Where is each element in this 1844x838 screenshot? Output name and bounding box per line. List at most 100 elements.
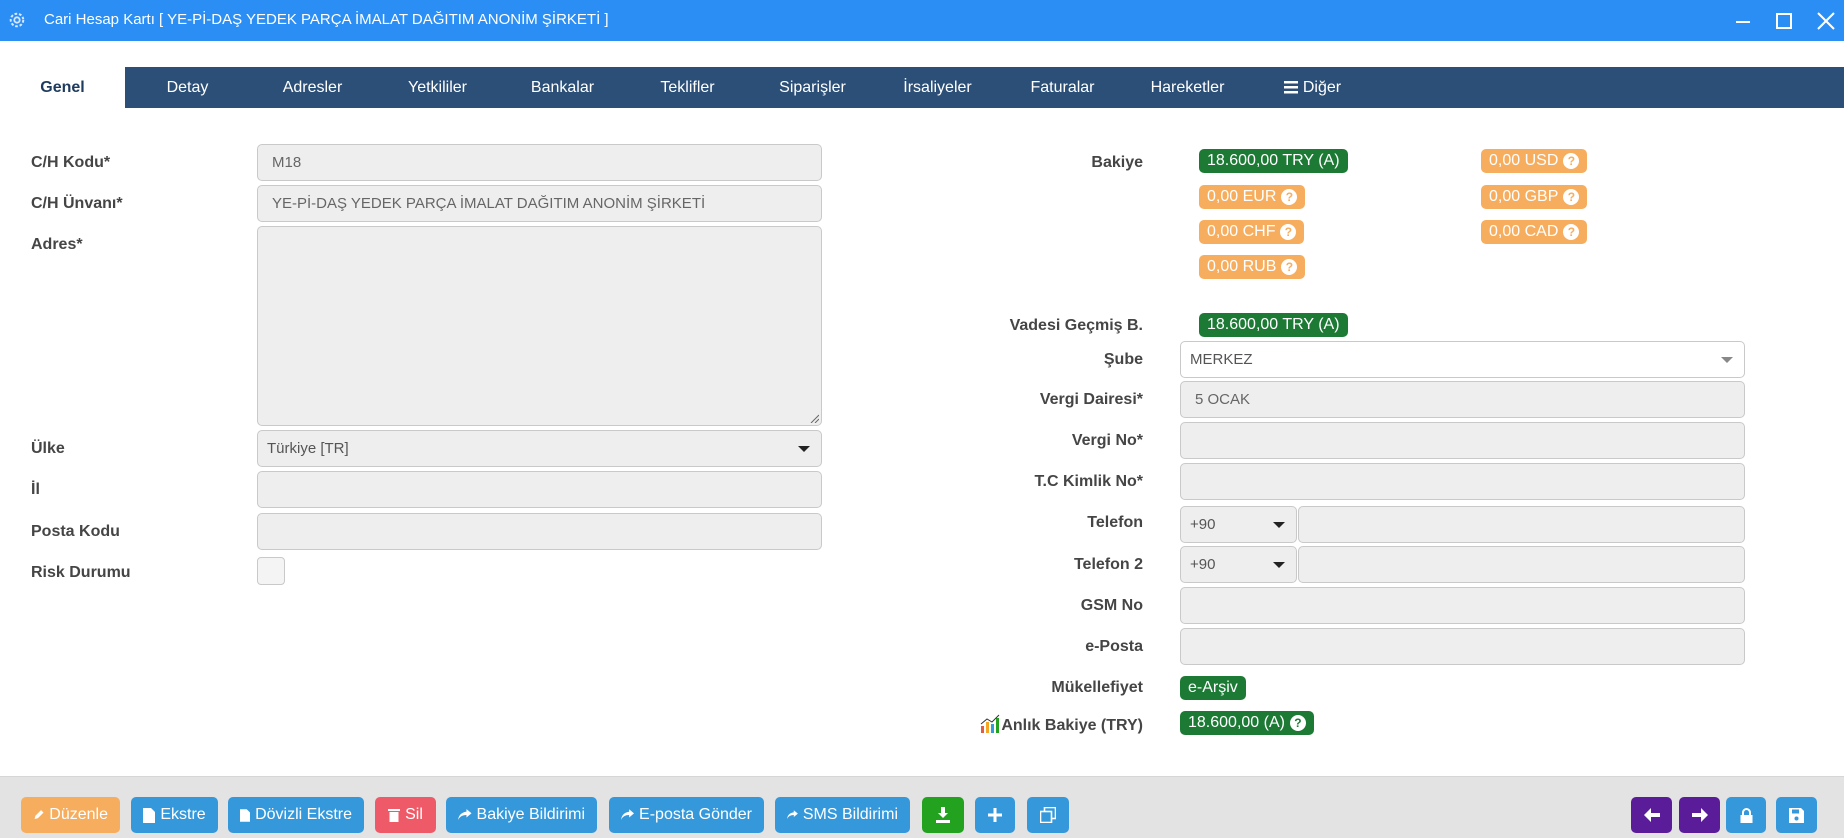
liability-badge: e-Arşiv (1180, 676, 1246, 700)
sms-notice-button[interactable]: SMS Bildirimi (775, 797, 910, 833)
phone2-code-value: +90 (1190, 556, 1216, 573)
branch-label: Şube (1103, 351, 1143, 368)
tab-genel[interactable]: Genel (0, 67, 125, 108)
gsm-label: GSM No (1080, 597, 1143, 614)
file-icon (143, 807, 156, 823)
email-label: e-Posta (1085, 638, 1143, 655)
tab-irsaliyeler[interactable]: İrsaliyeler (875, 67, 1000, 108)
fx-statement-label: Dövizli Ekstre (255, 806, 352, 823)
arrow-left-icon (1643, 808, 1660, 822)
add-button[interactable] (975, 797, 1015, 833)
tab-siparisler[interactable]: Siparişler (750, 67, 875, 108)
tab-diger[interactable]: Diğer (1250, 67, 1375, 108)
tab-label: İrsaliyeler (903, 78, 972, 96)
balance-value: 0,00 CHF (1207, 223, 1276, 240)
question-icon[interactable]: ? (1281, 259, 1298, 275)
balance-value: 0,00 USD (1489, 152, 1559, 169)
postal-input[interactable] (257, 513, 822, 550)
email-input[interactable] (1180, 628, 1745, 665)
tab-label: Bankalar (530, 78, 595, 96)
balance-notice-button[interactable]: Bakiye Bildirimi (446, 797, 597, 833)
tab-label: Genel (40, 78, 85, 96)
minimize-button[interactable] (1730, 8, 1756, 34)
tab-label: Hareketler (1150, 78, 1225, 96)
balance-value: 18.600,00 TRY (A) (1207, 152, 1340, 169)
city-label: İl (31, 481, 40, 498)
phone2-input[interactable] (1298, 546, 1745, 583)
overdue-badge: 18.600,00 TRY (A) (1199, 313, 1348, 337)
tax-no-input[interactable] (1180, 422, 1745, 459)
balance-label: Bakiye (1091, 154, 1143, 171)
save-button[interactable] (1776, 797, 1817, 833)
code-value: M18 (272, 154, 302, 171)
file-icon (240, 808, 251, 822)
tab-adresler[interactable]: Adresler (250, 67, 375, 108)
balance-badge-rub: 0,00 RUB? (1199, 255, 1306, 279)
bottom-toolbar: Düzenle Ekstre Dövizli Ekstre Sil Bakiye… (0, 776, 1844, 838)
tab-label: Diğer (1302, 78, 1342, 96)
tab-label: Teklifler (660, 78, 715, 96)
next-button[interactable] (1679, 797, 1720, 833)
resize-grip-icon[interactable] (809, 413, 819, 423)
tab-detay[interactable]: Detay (125, 67, 250, 108)
question-icon[interactable]: ? (1281, 189, 1298, 205)
chevron-down-icon (1721, 356, 1733, 363)
question-icon[interactable]: ? (1563, 224, 1580, 240)
close-button[interactable] (1813, 8, 1839, 34)
send-email-button[interactable]: E-posta Gönder (609, 797, 764, 833)
statement-button[interactable]: Ekstre (131, 797, 218, 833)
tab-label: Faturalar (1030, 78, 1095, 96)
phone-code-value: +90 (1190, 516, 1216, 533)
address-textarea[interactable] (257, 226, 822, 426)
pencil-icon (34, 810, 44, 820)
balance-badge-eur: 0,00 EUR? (1199, 185, 1306, 209)
phone2-code-select[interactable]: +90 (1180, 546, 1297, 583)
gsm-input[interactable] (1180, 587, 1745, 624)
tab-label: Siparişler (779, 78, 846, 96)
delete-button[interactable]: Sil (375, 797, 436, 833)
tab-label: Yetkililer (408, 78, 467, 96)
fx-statement-button[interactable]: Dövizli Ekstre (228, 797, 364, 833)
menu-icon (1283, 81, 1298, 94)
instant-balance-label: Anlık Bakiye (TRY) (1001, 717, 1143, 734)
copy-icon (1040, 807, 1056, 823)
tc-label: T.C Kimlik No* (1034, 473, 1143, 490)
balance-badge-gbp: 0,00 GBP? (1481, 185, 1588, 209)
balance-badge-chf: 0,00 CHF? (1199, 220, 1305, 244)
instant-balance-badge: 18.600,00 (A)? (1180, 711, 1314, 735)
question-icon[interactable]: ? (1563, 153, 1580, 169)
tab-label: Adresler (282, 78, 343, 96)
city-input[interactable] (257, 471, 822, 508)
country-select[interactable]: Türkiye [TR] (257, 430, 822, 467)
tab-teklifler[interactable]: Teklifler (625, 67, 750, 108)
tab-bankalar[interactable]: Bankalar (500, 67, 625, 108)
download-button[interactable] (922, 797, 964, 833)
title-input[interactable]: YE-Pİ-DAŞ YEDEK PARÇA İMALAT DAĞITIM ANO… (257, 185, 822, 222)
gear-icon (9, 12, 25, 28)
tc-input[interactable] (1180, 463, 1745, 500)
tab-hareketler[interactable]: Hareketler (1125, 67, 1250, 108)
phone-label: Telefon (1087, 514, 1143, 531)
edit-button[interactable]: Düzenle (21, 797, 120, 833)
phone-input[interactable] (1298, 506, 1745, 543)
liability-label: Mükellefiyet (1051, 679, 1143, 696)
branch-select[interactable]: MERKEZ (1180, 341, 1745, 378)
tax-office-input[interactable]: 5 OCAK (1180, 381, 1745, 418)
title-value: YE-Pİ-DAŞ YEDEK PARÇA İMALAT DAĞITIM ANO… (272, 195, 706, 212)
question-icon[interactable]: ? (1289, 715, 1306, 731)
tab-yetkililer[interactable]: Yetkililer (375, 67, 500, 108)
previous-button[interactable] (1631, 797, 1672, 833)
phone-code-select[interactable]: +90 (1180, 506, 1297, 543)
risk-checkbox[interactable] (257, 557, 285, 585)
share-icon (621, 809, 635, 820)
lock-button[interactable] (1726, 797, 1766, 833)
share-icon (458, 809, 472, 821)
maximize-button[interactable] (1771, 8, 1797, 34)
question-icon[interactable]: ? (1280, 224, 1297, 240)
tab-faturalar[interactable]: Faturalar (1000, 67, 1125, 108)
copy-button[interactable] (1027, 797, 1069, 833)
window-title: Cari Hesap Kartı [ YE-Pİ-DAŞ YEDEK PARÇA… (44, 11, 609, 28)
question-icon[interactable]: ? (1563, 189, 1580, 205)
code-input[interactable]: M18 (257, 144, 822, 181)
bar-chart-icon[interactable] (980, 714, 1000, 734)
